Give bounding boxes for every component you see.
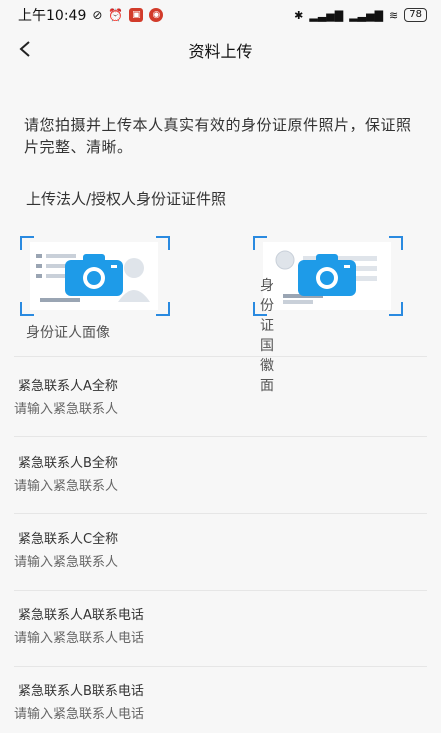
app-notification-icon-2: ◉	[149, 8, 164, 22]
contact-b-name-input[interactable]	[14, 479, 314, 494]
alarm-icon: ⏰	[108, 8, 124, 22]
field-label-contact-b-phone: 紧急联系人B联系电话	[18, 684, 144, 699]
divider	[14, 513, 427, 514]
bluetooth-icon: ✱	[294, 8, 304, 22]
divider	[14, 666, 427, 667]
camera-icon	[298, 254, 356, 296]
page-title: 资料上传	[188, 42, 253, 61]
field-label-contact-c-name: 紧急联系人C全称	[18, 532, 119, 547]
chevron-left-icon	[19, 41, 30, 57]
id-back-label: 身份证国徽面	[260, 278, 274, 394]
signal-icon-2: ▂▃▅▇	[349, 8, 384, 22]
divider	[14, 590, 427, 591]
field-label-contact-a-name: 紧急联系人A全称	[18, 379, 118, 394]
mute-icon: ⊘	[92, 8, 103, 22]
id-front-label: 身份证人面像	[26, 325, 110, 341]
signal-icon: ▂▃▅▇	[309, 8, 344, 22]
status-right: ✱ ▂▃▅▇ ▂▃▅▇ ≋ 78	[294, 8, 427, 22]
id-front-placeholder	[30, 242, 158, 310]
section-title: 上传法人/授权人身份证证件照	[26, 190, 227, 208]
id-front-upload[interactable]	[20, 236, 170, 316]
status-time: 上午10:49	[18, 8, 87, 24]
intro-text: 请您拍摄并上传本人真实有效的身份证原件照片，保证照片完整、清晰。	[24, 116, 412, 156]
camera-icon	[65, 254, 123, 296]
contact-a-phone-input[interactable]	[14, 631, 314, 646]
back-button[interactable]	[12, 36, 38, 62]
contact-b-phone-input[interactable]	[14, 707, 314, 722]
nav-bar: 资料上传	[0, 30, 441, 70]
status-bar: 上午10:49 ⊘ ⏰ ▣ ◉ ✱ ▂▃▅▇ ▂▃▅▇ ≋ 78	[0, 0, 441, 30]
wifi-icon: ≋	[389, 8, 399, 22]
battery-icon: 78	[404, 8, 427, 22]
field-label-contact-a-phone: 紧急联系人A联系电话	[18, 608, 144, 623]
contact-a-name-input[interactable]	[14, 402, 314, 417]
status-left: 上午10:49 ⊘ ⏰ ▣ ◉	[18, 5, 164, 25]
divider	[14, 436, 427, 437]
contact-c-name-input[interactable]	[14, 555, 314, 570]
divider	[14, 356, 427, 357]
field-label-contact-b-name: 紧急联系人B全称	[18, 456, 118, 471]
app-notification-icon: ▣	[129, 8, 144, 22]
